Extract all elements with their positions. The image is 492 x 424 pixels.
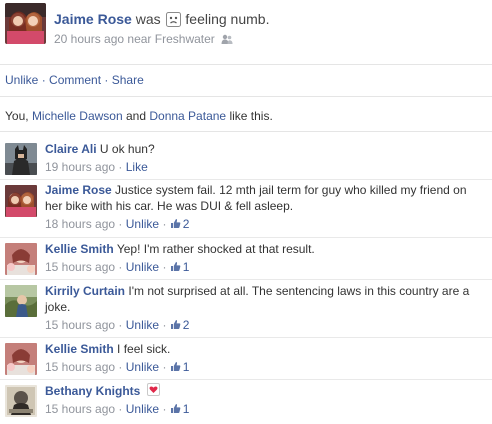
comment-item: Kellie Smith I feel sick. 15 hours ago ·… [0,338,492,379]
action-separator: · [104,73,109,87]
commenter-avatar[interactable] [5,243,37,275]
like-count-value: 1 [182,402,190,416]
comment-item: Kirrily Curtain I'm not surprised at all… [0,280,492,337]
thumbs-up-icon [170,362,181,371]
comment-footer: 19 hours ago · Like [45,159,478,175]
footer-separator: · [162,402,167,416]
thumbs-up-icon [170,404,181,413]
post-actions: Unlike · Comment · Share [5,73,144,87]
commenter-avatar[interactable] [5,385,37,417]
comment-footer: 18 hours ago · Unlike · 2 [45,216,478,232]
comment-like-count[interactable]: 1 [170,360,190,374]
footer-separator: · [162,260,167,274]
comment-like-button[interactable]: Like [126,160,148,174]
share-button[interactable]: Share [112,73,144,87]
comment-item: Kellie Smith Yep! I'm rather shocked at … [0,238,492,280]
comment-footer: 15 hours ago · Unlike · 1 [45,259,478,275]
comment-item: Jaime Rose Justice system fail. 12 mth j… [0,180,492,238]
friends-icon[interactable] [221,34,233,45]
like-count-value: 2 [182,318,190,332]
footer-separator: · [162,360,167,374]
thumbs-up-icon [170,219,181,228]
comment-footer: 15 hours ago · Unlike · 1 [45,359,478,375]
comment-author[interactable]: Bethany Knights [45,384,140,398]
liker-link[interactable]: Donna Patane [149,109,226,123]
like-count-value: 1 [182,260,190,274]
footer-separator: · [118,260,123,274]
comment-item: Bethany Knights 15 hours ago · Unlike · … [0,380,492,424]
footer-separator: · [162,217,167,231]
comment-footer: 15 hours ago · Unlike · 1 [45,401,478,417]
comment-author[interactable]: Kellie Smith [45,242,114,256]
post-header: Jaime Rose was feeling numb. 20 hours ag… [5,3,489,47]
unlike-button[interactable]: Unlike [5,73,38,87]
likes-prefix: You, [5,109,29,123]
comment-author[interactable]: Kirrily Curtain [45,284,125,298]
comment-timestamp[interactable]: 19 hours ago [45,160,115,174]
post-title-line: Jaime Rose was feeling numb. [54,11,269,27]
post-meta-line: 20 hours ago near Freshwater [54,32,233,46]
comment-like-count[interactable]: 1 [170,402,190,416]
post-was-text: was [135,11,161,27]
footer-separator: · [118,160,123,174]
comment-unlike-button[interactable]: Unlike [126,260,159,274]
post-location[interactable]: Freshwater [155,32,215,46]
liker-link[interactable]: Michelle Dawson [32,109,123,123]
footer-separator: · [118,402,123,416]
action-separator: · [41,73,46,87]
likes-summary: You, Michelle Dawson and Donna Patane li… [5,109,273,123]
comment-author[interactable]: Kellie Smith [45,342,114,356]
post-author-name[interactable]: Jaime Rose [54,11,132,27]
comment-like-count[interactable]: 1 [170,260,190,274]
comment-unlike-button[interactable]: Unlike [126,318,159,332]
post-near-text: near [127,32,152,46]
divider-likes [0,131,492,132]
heart-icon [146,383,160,396]
comment-unlike-button[interactable]: Unlike [126,217,159,231]
likes-and: and [125,109,147,123]
comment-timestamp[interactable]: 15 hours ago [45,360,115,374]
like-count-value: 1 [182,360,190,374]
footer-separator: · [118,217,123,231]
like-count-value: 2 [182,217,190,231]
commenter-avatar[interactable] [5,185,37,217]
comment-unlike-button[interactable]: Unlike [126,360,159,374]
sad-face-icon [165,12,181,27]
divider-top [0,64,492,65]
post-feeling-text: feeling numb. [185,11,270,27]
footer-separator: · [162,318,167,332]
commenter-avatar[interactable] [5,143,37,175]
post-author-avatar[interactable] [5,3,46,44]
thumbs-up-icon [170,262,181,271]
comment-like-count[interactable]: 2 [170,217,190,231]
comment-like-count[interactable]: 2 [170,318,190,332]
comment-text: Yep! I'm rather shocked at that result. [116,242,315,256]
comment-timestamp[interactable]: 18 hours ago [45,217,115,231]
footer-separator: · [118,360,123,374]
commenter-avatar[interactable] [5,285,37,317]
comment-author[interactable]: Jaime Rose [45,183,112,197]
commenter-avatar[interactable] [5,343,37,375]
likes-suffix: like this. [229,109,273,123]
comment-timestamp[interactable]: 15 hours ago [45,402,115,416]
comment-button[interactable]: Comment [49,73,101,87]
comment-unlike-button[interactable]: Unlike [126,402,159,416]
footer-separator: · [118,318,123,332]
post-timestamp[interactable]: 20 hours ago [54,32,124,46]
comment-timestamp[interactable]: 15 hours ago [45,318,115,332]
comment-author[interactable]: Claire Ali [45,142,97,156]
thumbs-up-icon [170,320,181,329]
comment-item: Claire Ali U ok hun? 19 hours ago · Like [0,137,492,179]
comment-timestamp[interactable]: 15 hours ago [45,260,115,274]
comment-text: I feel sick. [117,342,171,356]
comment-text: U ok hun? [99,142,155,156]
divider-actions [0,96,492,97]
comment-footer: 15 hours ago · Unlike · 2 [45,317,478,333]
